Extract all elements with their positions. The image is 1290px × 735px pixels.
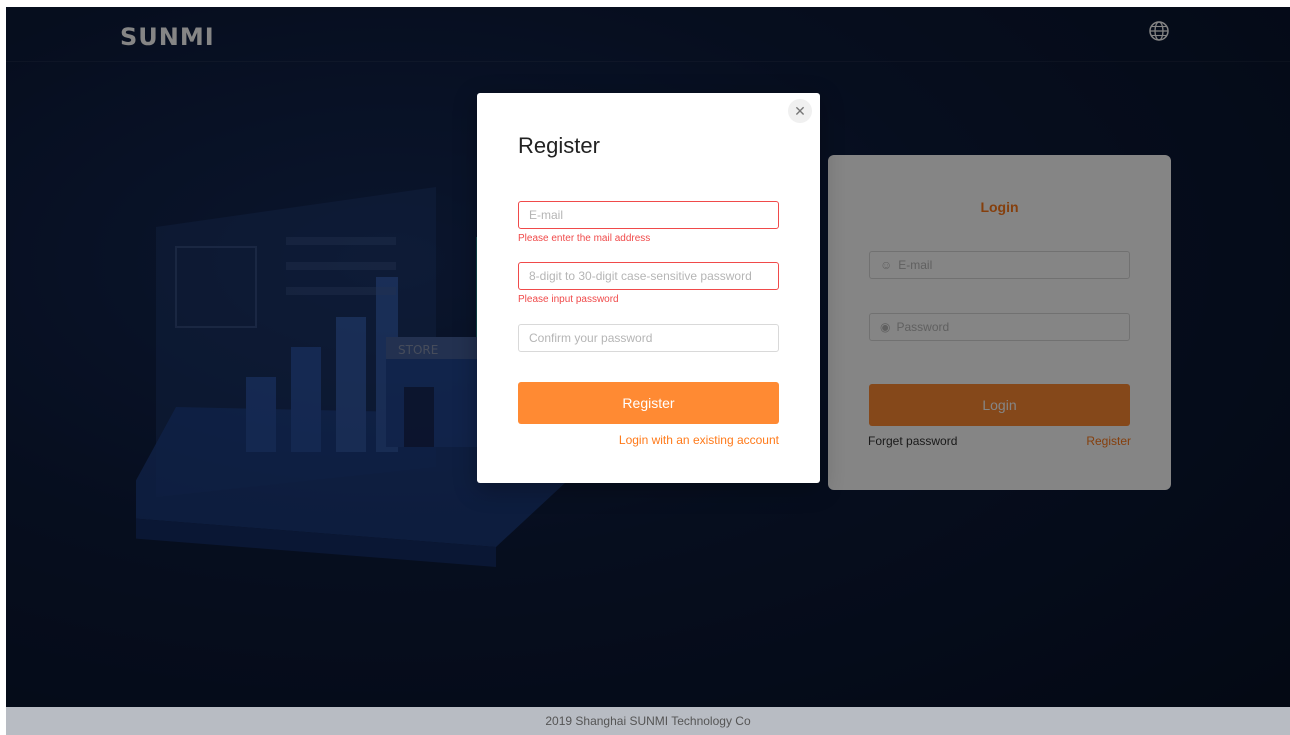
register-button[interactable]: Register bbox=[518, 382, 779, 424]
modal-title: Register bbox=[518, 133, 600, 158]
email-error: Please enter the mail address bbox=[518, 233, 651, 244]
footer: 2019 Shanghai SUNMI Technology Co bbox=[6, 707, 1290, 735]
copyright-text: 2019 Shanghai SUNMI Technology Co bbox=[545, 714, 751, 728]
password-field[interactable] bbox=[518, 262, 779, 290]
existing-account-link[interactable]: Login with an existing account bbox=[619, 433, 779, 447]
confirm-password-field[interactable] bbox=[518, 324, 779, 352]
email-field[interactable] bbox=[518, 201, 779, 229]
register-modal: ✕ Register Please enter the mail address… bbox=[477, 93, 820, 483]
close-icon[interactable]: ✕ bbox=[788, 99, 812, 123]
password-error: Please input password bbox=[518, 294, 619, 305]
